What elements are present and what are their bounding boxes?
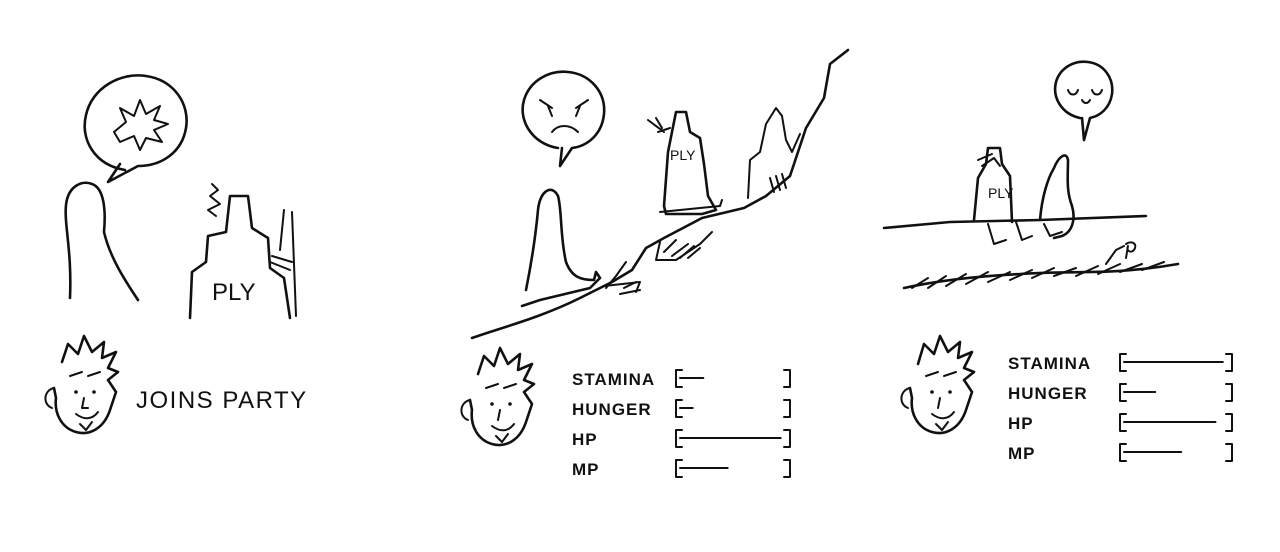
- ply-figure: PLY: [647, 110, 723, 216]
- ply-figure: PLY: [188, 183, 297, 320]
- stat-label: HUNGER: [572, 400, 652, 419]
- happy-face-icon: [1067, 89, 1103, 104]
- player-figure-sitting: [1038, 154, 1075, 240]
- meter-bracket-right: [783, 429, 791, 448]
- comic-strip: PLY JOINS PARTY PLY STAMINA HUNGER HP MP…: [0, 0, 1280, 552]
- stats-panel: STAMINA HUNGER HP MP: [572, 369, 791, 479]
- stat-row-mp: MP: [572, 459, 791, 479]
- panel-3: PLY STAMINA HUNGER HP MP: [882, 60, 1233, 463]
- meter-bracket-right: [1225, 353, 1233, 372]
- angry-face-icon: [539, 99, 589, 133]
- mountain-slope: [470, 48, 850, 340]
- stats-panel: STAMINA HUNGER HP MP: [1008, 353, 1233, 463]
- player-figure: [64, 181, 140, 302]
- stat-label: MP: [1008, 444, 1036, 463]
- comic-canvas: PLY JOINS PARTY PLY STAMINAHUNGERHPMP PL…: [44, 48, 1233, 479]
- zigzag-mark: [207, 183, 221, 217]
- stat-row-hp: HP: [1008, 413, 1233, 433]
- character-face-portrait: [900, 334, 976, 435]
- character-face-portrait: [44, 334, 120, 435]
- meter-bracket-right: [1225, 443, 1233, 462]
- stat-row-mp: MP: [1008, 443, 1233, 463]
- burst-icon: [113, 99, 169, 151]
- panel-1: PLY JOINS PARTY: [44, 74, 308, 435]
- stat-row-hunger: HUNGER: [1008, 383, 1233, 403]
- stat-label: STAMINA: [572, 370, 655, 389]
- stat-label: HP: [1008, 414, 1034, 433]
- ply-sign-text: PLY: [212, 279, 256, 306]
- stat-row-hp: HP: [572, 429, 791, 449]
- player-figure-sitting: [520, 188, 602, 308]
- stat-label: HUNGER: [1008, 384, 1088, 403]
- meter-bracket-right: [1225, 383, 1233, 402]
- ply-sign-text: PLY: [670, 147, 696, 163]
- speech-bubble-excited: [83, 74, 188, 184]
- character-face-portrait: [460, 346, 536, 447]
- meter-bracket-right: [783, 459, 791, 478]
- ply-sign-text: PLY: [988, 185, 1014, 201]
- stat-row-stamina: STAMINA: [1008, 353, 1233, 373]
- stat-row-stamina: STAMINA: [572, 369, 791, 389]
- panel-2: PLY STAMINA HUNGER HP MP: [460, 48, 850, 479]
- stat-row-hunger: HUNGER: [572, 399, 791, 419]
- stat-label: MP: [572, 460, 600, 479]
- caption-joins-party: JOINS PARTY: [136, 387, 308, 414]
- meter-bracket-right: [783, 369, 791, 388]
- ply-figure-sitting: PLY: [972, 146, 1033, 245]
- stat-label: HP: [572, 430, 598, 449]
- meter-bracket-right: [1225, 413, 1233, 432]
- stat-label: STAMINA: [1008, 354, 1091, 373]
- speech-bubble-angry: [521, 70, 606, 168]
- meter-bracket-right: [783, 399, 791, 418]
- speech-bubble-content: [1053, 60, 1114, 142]
